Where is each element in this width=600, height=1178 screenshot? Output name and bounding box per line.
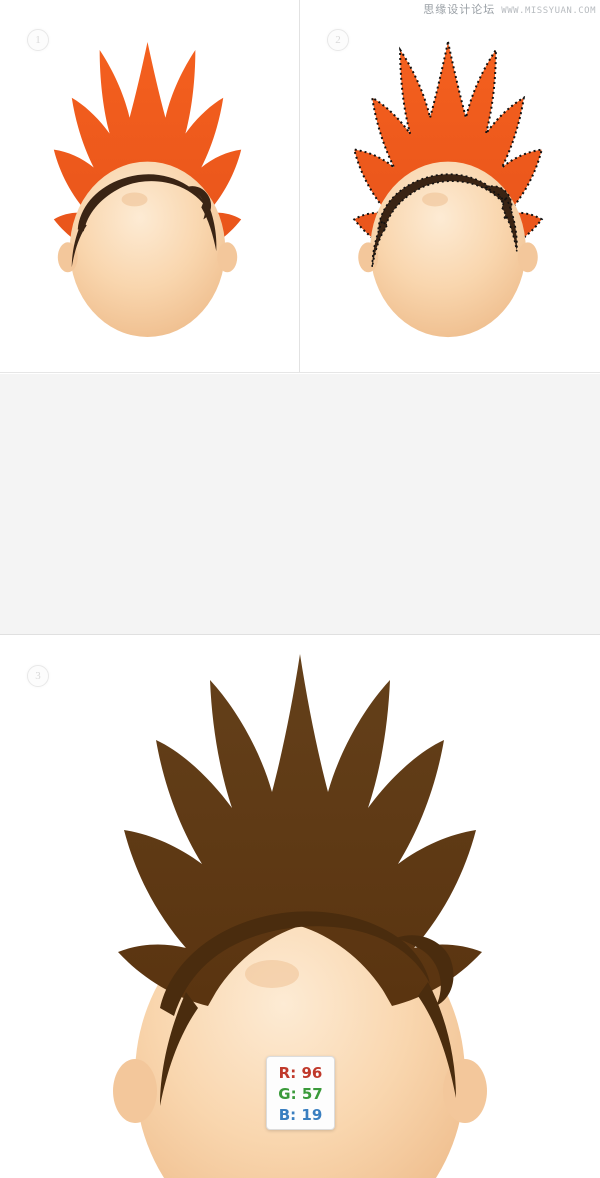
forehead-dimple — [121, 192, 148, 207]
illustration-step-2 — [352, 41, 544, 338]
rgb-blue-value: B: 19 — [278, 1105, 323, 1124]
step-1-cell: 1 — [0, 0, 300, 372]
head-shape — [69, 161, 226, 337]
head-shape — [370, 161, 526, 338]
rgb-green-value: G: 57 — [278, 1084, 323, 1103]
page-root: 思缘设计论坛 WWW.MISSYUAN.COM 1 2 3 R: 96 G: 5… — [0, 0, 600, 1178]
steps-1-2-row: 1 2 — [0, 0, 600, 373]
ear-right — [217, 242, 238, 273]
illustration-step-1 — [53, 41, 242, 337]
step-badge-3: 3 — [27, 665, 49, 687]
ear-left — [113, 1059, 157, 1123]
forehead-dimple — [422, 192, 449, 207]
step-2-cell: 2 — [300, 0, 600, 372]
step-badge-1: 1 — [27, 29, 49, 51]
rgb-color-readout: R: 96 G: 57 B: 19 — [266, 1056, 335, 1130]
ear-right — [517, 242, 538, 273]
forehead-dimple — [245, 960, 299, 988]
step-badge-2: 2 — [327, 29, 349, 51]
panels-strip: ◂◂ ✕ Brushes — [0, 374, 600, 989]
rgb-red-value: R: 96 — [278, 1063, 323, 1082]
